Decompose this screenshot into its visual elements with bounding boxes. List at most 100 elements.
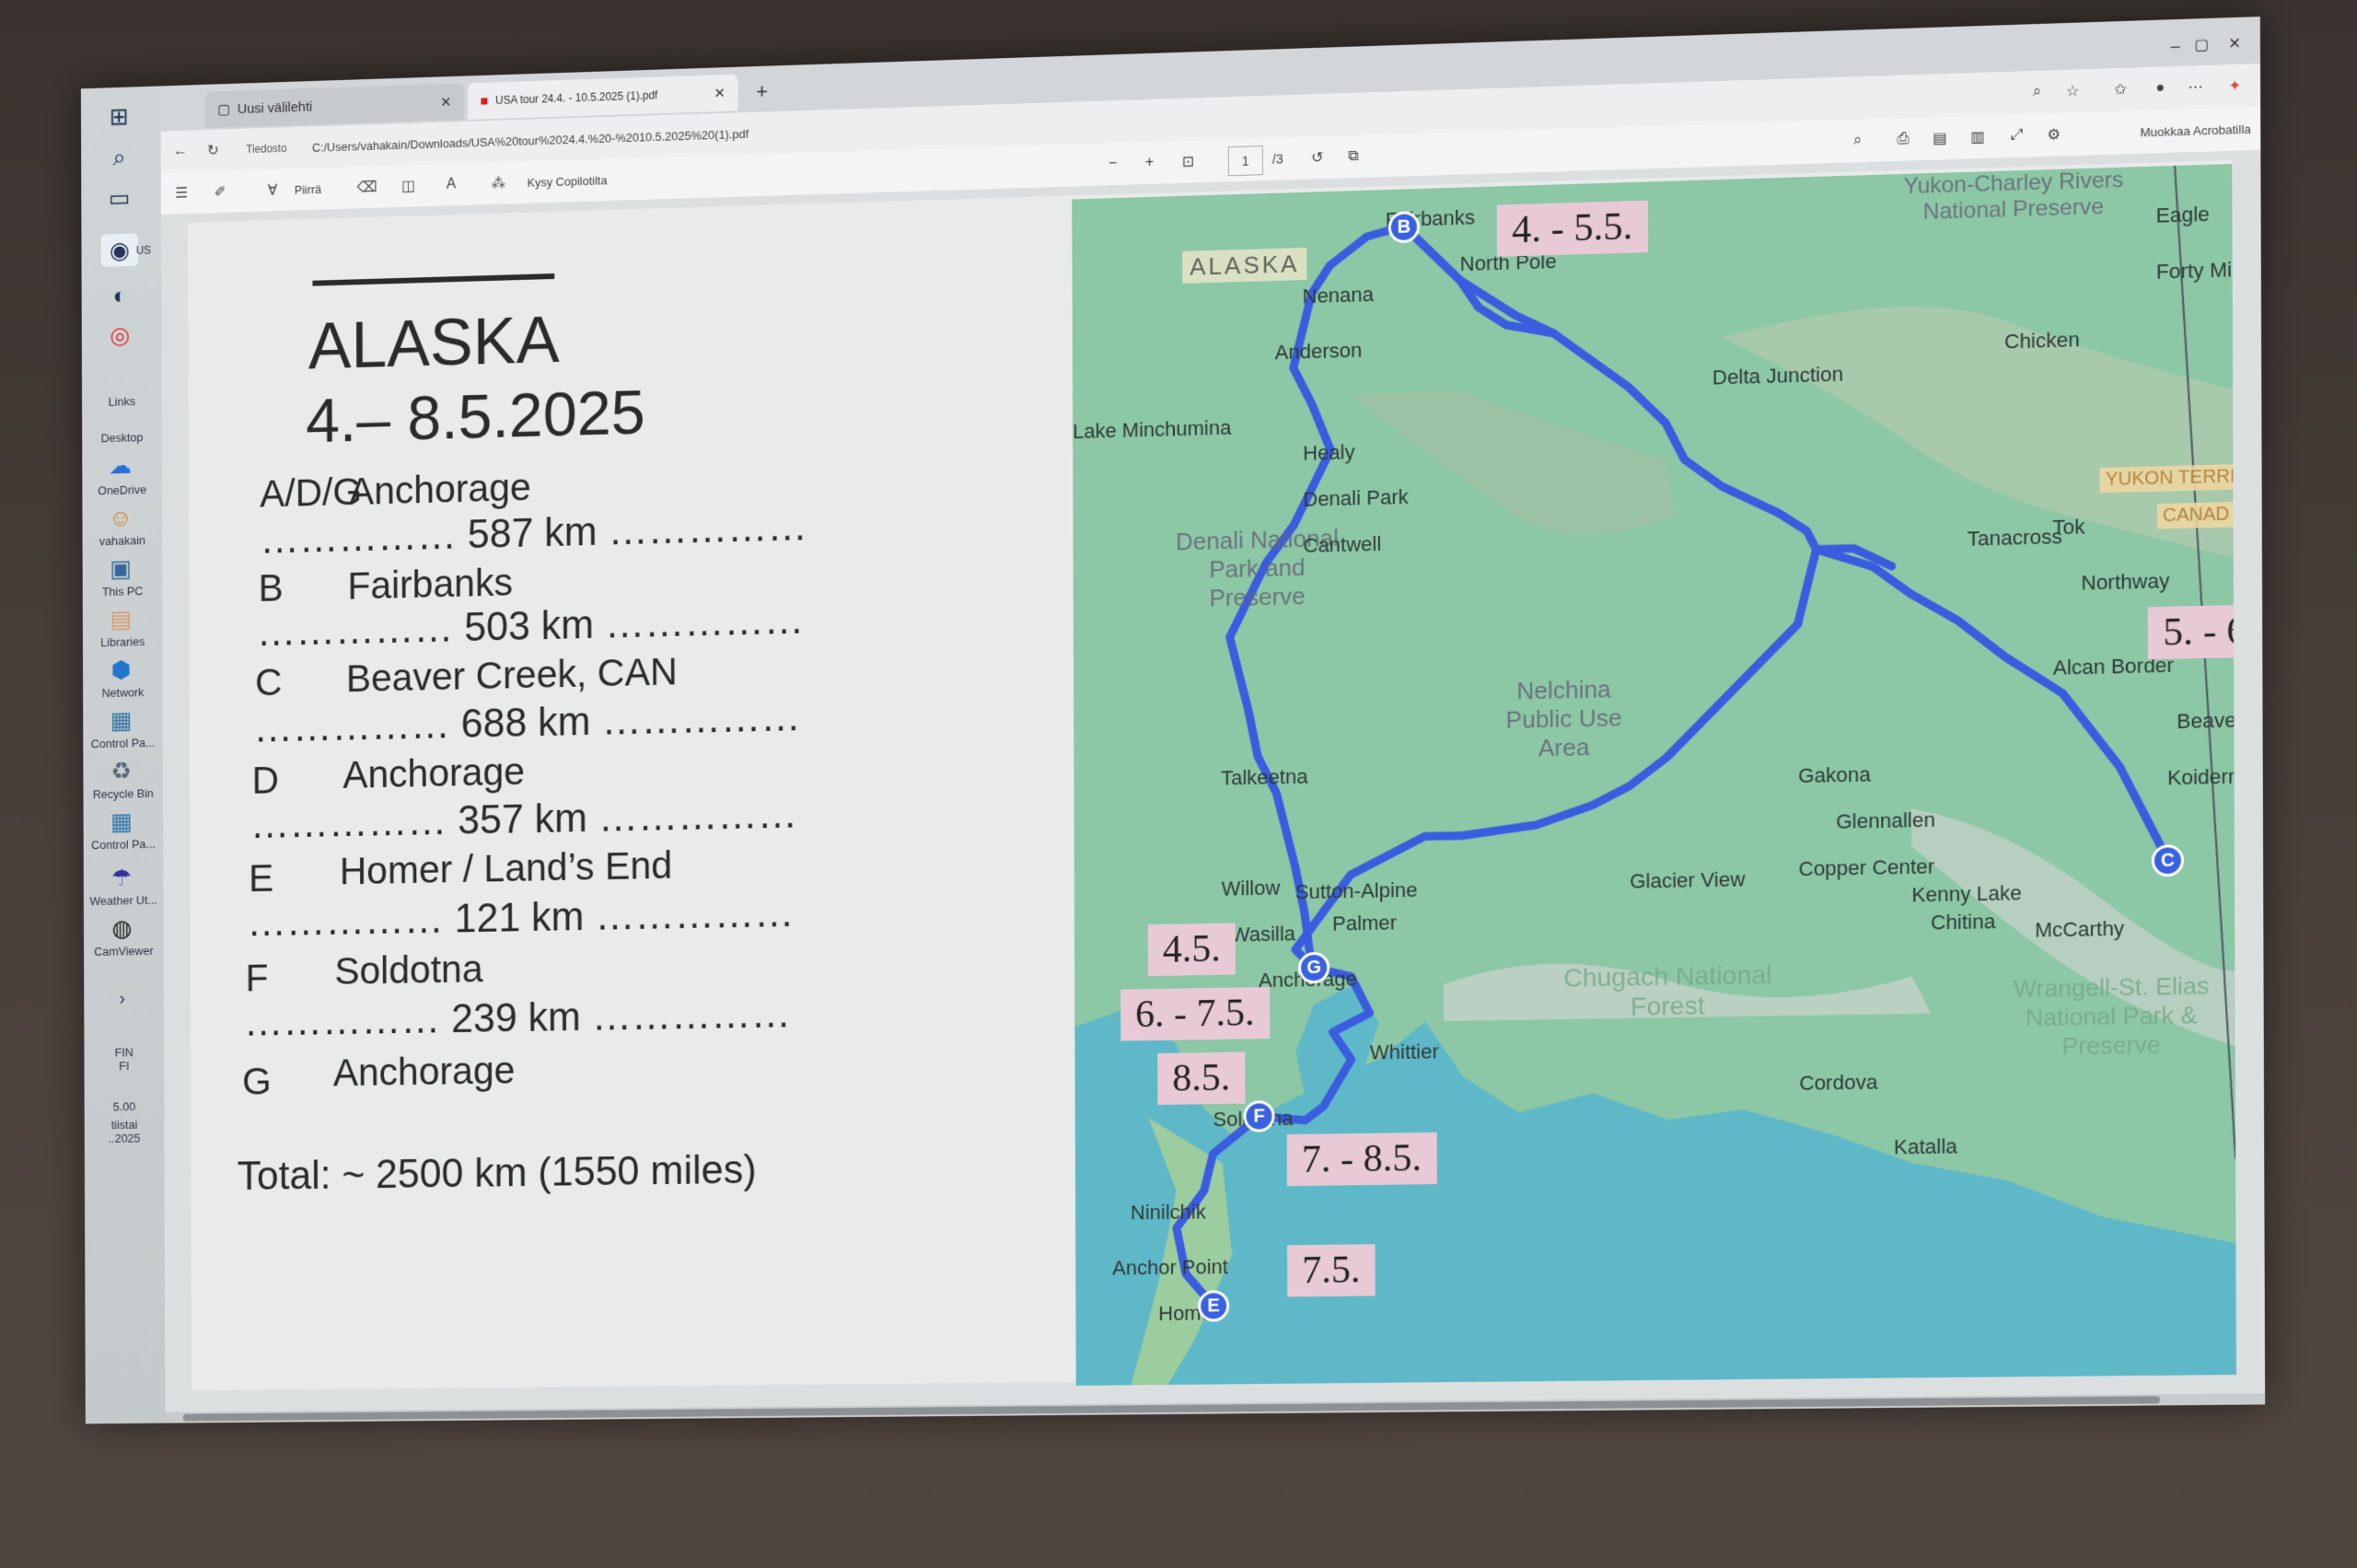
tab-label: Uusi välilehti (237, 99, 313, 117)
save-as-icon[interactable]: ▥ (1970, 122, 1985, 151)
profile-icon[interactable]: ● (2155, 74, 2165, 102)
chrome-icon[interactable]: ◎ (101, 319, 139, 352)
refresh-icon[interactable]: ↻ (207, 136, 219, 164)
highlight-icon[interactable]: ✐ (215, 178, 226, 205)
more-icon[interactable]: ⋯ (2188, 73, 2203, 101)
date-label: 8.5. (1157, 1051, 1246, 1105)
keyboard-language[interactable]: FIN FI (87, 1045, 160, 1074)
page-view-icon[interactable]: ⧉ (1348, 143, 1359, 170)
this-pc-icon[interactable]: ▣ (102, 552, 140, 585)
copilot-icon[interactable]: ✦ (2228, 72, 2241, 100)
stop-distance-row: …………… 503 km …………… (256, 597, 805, 656)
acrobat-button[interactable]: Muokkaa Acrobatilla (2140, 114, 2251, 145)
map-place-label: Whittier (1369, 1040, 1439, 1064)
projected-screen: ⊞ ⌕ ▭ ◉ US ◐ ◎ Links Desktop ☁ OneDrive … (80, 17, 2266, 1424)
back-icon[interactable]: ← (173, 138, 188, 166)
taskbar-item-network[interactable]: Network (87, 685, 159, 700)
zoom-out-button[interactable]: − (1109, 150, 1117, 178)
taskbar-item-control-panel[interactable]: Control Pa... (87, 736, 159, 750)
new-tab-button[interactable]: + (743, 73, 780, 110)
eraser-icon[interactable]: ⌫ (357, 173, 377, 201)
taskbar-item-recycle-bin[interactable]: Recycle Bin (87, 786, 159, 801)
control-panel-2-icon[interactable]: ▦ (103, 805, 141, 838)
stop-distance: 587 km (467, 509, 598, 558)
taskbar-item-camviewer[interactable]: CamViewer (87, 944, 160, 958)
copilot-ask-label[interactable]: Kysy Copilotilta (527, 166, 608, 195)
rotate-icon[interactable]: ↺ (1311, 144, 1324, 172)
stop-name: Anchorage (348, 465, 531, 513)
stop-distance: 121 km (454, 894, 585, 942)
zoom-in-button[interactable]: + (1145, 149, 1154, 177)
fullscreen-icon[interactable]: ⤢ (2011, 122, 2023, 150)
tab-pdf[interactable]: ■ USA tour 24.4. - 10.5.2025 (1).pdf ✕ (467, 74, 738, 120)
save-icon[interactable]: ▤ (1933, 124, 1947, 153)
taskbar-item-weather[interactable]: Weather Ut... (87, 893, 160, 908)
map-place-label: Gakona (1798, 762, 1871, 788)
map-region-label: ALASKA (1182, 247, 1307, 284)
map-place-label: Cordova (1799, 1070, 1878, 1095)
map-place-label: Kenny Lake (1911, 880, 2022, 907)
page-number-input[interactable]: 1 (1227, 145, 1263, 177)
control-panel-icon[interactable]: ▦ (102, 703, 140, 737)
stop-name: Anchorage (343, 749, 526, 796)
taskbar-item-links[interactable]: Links (86, 394, 158, 410)
app-icon[interactable]: ◐ (101, 278, 139, 312)
stop-code: B (258, 565, 284, 610)
windows-start-icon[interactable]: ⊞ (100, 99, 138, 134)
stop-code: E (249, 856, 274, 900)
clock-date[interactable]: tiistai ..2025 (88, 1118, 161, 1146)
draw-label[interactable]: Piirrä (295, 175, 321, 203)
taskbar-item-user[interactable]: vahakain (86, 533, 158, 549)
search-icon[interactable]: ⌕ (100, 141, 138, 175)
task-view-icon[interactable]: ▭ (100, 180, 138, 215)
draw-icon[interactable]: ∀ (268, 177, 278, 204)
read-aloud-icon[interactable]: A (447, 171, 456, 199)
pdf-slide: ALASKA 4.– 8.5.2025 A/D/G Anchorage …………… (187, 159, 2236, 1391)
route-map[interactable]: ALASKA Yukon-Charley Rivers National Pre… (1072, 164, 2236, 1386)
address-input[interactable]: C:/Users/vahakain/Downloads/USA%20tour%2… (312, 120, 749, 161)
title-rule (312, 273, 555, 286)
favorites-icon[interactable]: ✩ (2114, 75, 2127, 104)
map-place-label: Glacier View (1630, 867, 1746, 893)
edge-taskbar-label: US (135, 243, 151, 257)
clock-time[interactable]: 5.00 (87, 1099, 160, 1114)
taskbar-item-onedrive[interactable]: OneDrive (86, 482, 158, 498)
onedrive-icon[interactable]: ☁ (101, 448, 139, 482)
close-icon[interactable]: ✕ (714, 85, 725, 101)
stop-name: Soldotna (334, 947, 483, 993)
print-icon[interactable]: ⎙ (1897, 125, 1909, 154)
libraries-icon[interactable]: ▤ (102, 602, 140, 635)
contents-icon[interactable]: ☰ (175, 180, 188, 207)
taskbar-item-libraries[interactable]: Libraries (87, 634, 159, 650)
translate-icon[interactable]: ⁂ (491, 169, 505, 197)
map-place-label: Denali Park (1303, 484, 1409, 511)
taskbar-item-thispc[interactable]: This PC (87, 584, 159, 599)
fit-page-icon[interactable]: ⊡ (1182, 147, 1195, 175)
zoom-icon[interactable]: ⌕ (2033, 78, 2041, 107)
recycle-bin-icon[interactable]: ♻ (103, 754, 141, 787)
close-icon[interactable]: ✕ (440, 94, 451, 110)
view-icon[interactable]: ◫ (401, 172, 415, 200)
map-place-label: Wasilla (1230, 922, 1296, 947)
tab-new[interactable]: ▢ Uusi välilehti ✕ (204, 83, 465, 129)
favorite-star-icon[interactable]: ☆ (2066, 76, 2080, 105)
map-marker-e[interactable]: E (1198, 1290, 1230, 1322)
date-label: 7. - 8.5. (1286, 1132, 1437, 1187)
weather-icon[interactable]: ☂ (103, 861, 141, 894)
map-area-label: Yukon-Charley Rivers National Preserve (1903, 167, 2124, 226)
date-label: 5. - 6. (2147, 604, 2236, 660)
map-place-label: Ninilchik (1130, 1200, 1206, 1225)
window-close-button[interactable]: ✕ (2215, 24, 2255, 63)
taskbar-item-desktop[interactable]: Desktop (86, 430, 158, 446)
user-folder-icon[interactable]: ☺ (102, 501, 140, 534)
map-place-label: Forty Mile (2155, 257, 2236, 284)
scrollbar-thumb[interactable] (182, 1396, 2161, 1422)
horizontal-scrollbar[interactable] (165, 1393, 2266, 1423)
taskbar-item-control-panel-2[interactable]: Control Pa... (87, 837, 160, 852)
map-area-label: YUKON TERRIT (2099, 463, 2236, 494)
settings-icon[interactable]: ⚙ (2047, 121, 2061, 149)
chevron-right-icon[interactable]: › (103, 982, 141, 1016)
camviewer-icon[interactable]: ◍ (103, 912, 141, 945)
search-pdf-icon[interactable]: ⌕ (1853, 127, 1862, 156)
network-icon[interactable]: ⬢ (102, 653, 140, 686)
